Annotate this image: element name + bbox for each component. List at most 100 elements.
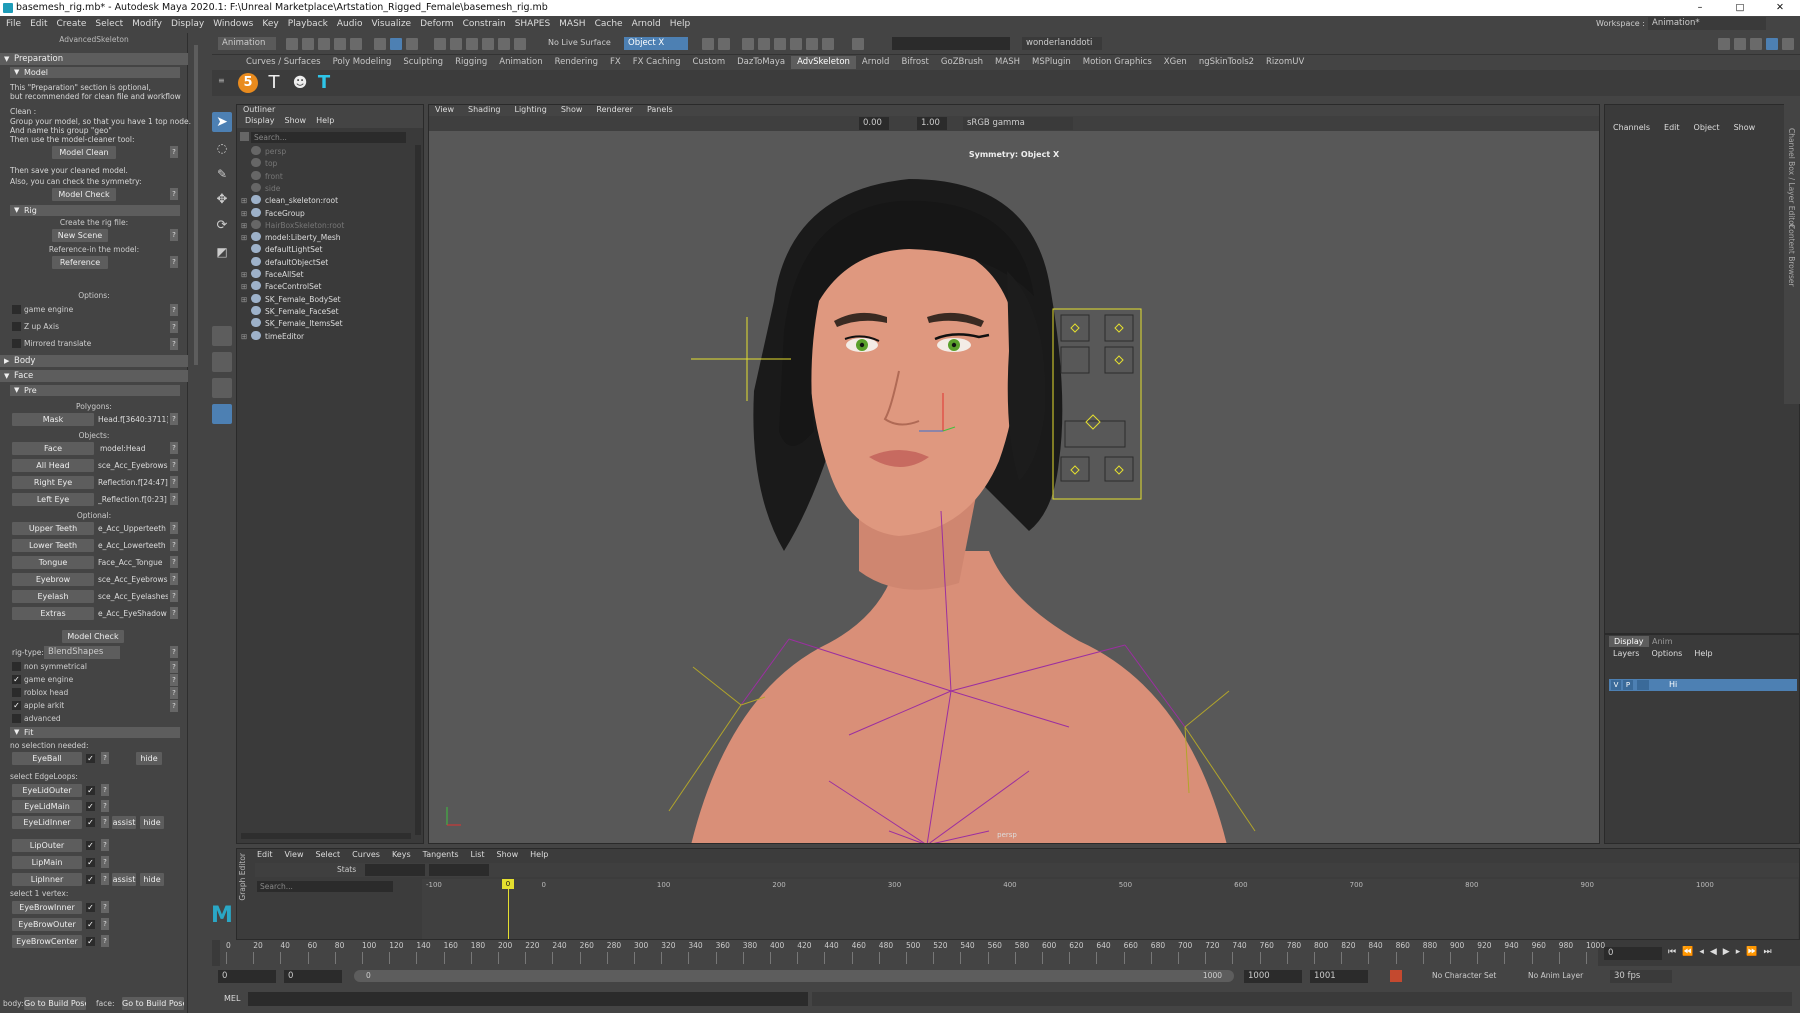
- extras-help-icon[interactable]: ?: [170, 607, 178, 619]
- new-scene-button[interactable]: New Scene: [52, 229, 108, 242]
- mask-help-icon[interactable]: ?: [170, 413, 178, 425]
- step-back-key-icon[interactable]: ⏪: [1682, 947, 1693, 959]
- viewport-menu-lighting[interactable]: Lighting: [514, 105, 546, 116]
- shelf-tab-rizomuv[interactable]: RizomUV: [1260, 56, 1310, 69]
- lip-inner-button[interactable]: LipInner: [12, 873, 82, 886]
- move-tool-icon[interactable]: ✥: [212, 190, 232, 210]
- model-check-help-icon[interactable]: ?: [170, 188, 178, 200]
- live-surface-label[interactable]: No Live Surface: [548, 38, 611, 47]
- advskeleton-cyan-body-icon[interactable]: T: [314, 72, 334, 94]
- open-scene-icon[interactable]: [302, 38, 314, 50]
- outliner-item[interactable]: ⊞ clean_skeleton:root: [241, 195, 338, 207]
- roblox-head-checkbox[interactable]: [12, 688, 21, 697]
- eyebrow-inner-button[interactable]: EyeBrowInner: [12, 901, 82, 914]
- snap-view-icon[interactable]: [482, 38, 494, 50]
- select-object-icon[interactable]: [390, 38, 402, 50]
- eyeball-help-icon[interactable]: ?: [101, 752, 109, 764]
- rig-type-dropdown[interactable]: BlendShapes: [44, 646, 120, 659]
- all-head-help-icon[interactable]: ?: [170, 459, 178, 471]
- shelf-tab-daztomaya[interactable]: DazToMaya: [731, 56, 791, 69]
- lip-hide-button[interactable]: hide: [140, 873, 164, 886]
- playblast-icon[interactable]: [806, 38, 818, 50]
- layer-row-hi[interactable]: V P Hi: [1609, 679, 1797, 691]
- fps-dropdown[interactable]: 30 fps: [1610, 970, 1672, 983]
- right-eye-button[interactable]: Right Eye: [12, 476, 94, 489]
- scale-tool-icon[interactable]: ◩: [212, 242, 232, 262]
- menuset-dropdown[interactable]: Animation: [218, 37, 276, 50]
- shelf-tab-custom[interactable]: Custom: [687, 56, 732, 69]
- eyelid-outer-checkbox[interactable]: ✓: [86, 786, 95, 795]
- shelf-tab-animation[interactable]: Animation: [493, 56, 548, 69]
- mirrored-translate-checkbox[interactable]: [12, 339, 21, 348]
- shelf-tab-gozbrush[interactable]: GoZBrush: [935, 56, 989, 69]
- select-component-icon[interactable]: [406, 38, 418, 50]
- graph-menu-keys[interactable]: Keys: [392, 849, 411, 861]
- eyebrow-center-help-icon[interactable]: ?: [101, 935, 109, 947]
- graph-menu-list[interactable]: List: [471, 849, 485, 861]
- graph-menu-view[interactable]: View: [285, 849, 304, 861]
- select-tool-icon[interactable]: ➤: [212, 112, 232, 132]
- hypershade-icon[interactable]: [774, 38, 786, 50]
- layer-tab-anim[interactable]: Anim: [1647, 636, 1678, 647]
- eyelid-main-help-icon[interactable]: ?: [101, 800, 109, 812]
- game-engine-help-icon[interactable]: ?: [170, 304, 178, 316]
- shelf-tab-arnold[interactable]: Arnold: [856, 56, 896, 69]
- render-icon[interactable]: [702, 38, 714, 50]
- shelf-menu-icon[interactable]: ≡: [218, 76, 225, 90]
- outliner-expand-icon[interactable]: ⊞: [241, 208, 251, 220]
- channel-menu-show[interactable]: Show: [1734, 123, 1756, 135]
- section-preparation[interactable]: ▼ Preparation: [0, 53, 188, 65]
- save-scene-icon[interactable]: [318, 38, 330, 50]
- outliner-menu-display[interactable]: Display: [245, 116, 275, 128]
- layer-menu-help[interactable]: Help: [1694, 649, 1712, 658]
- shelf-tab-bifrost[interactable]: Bifrost: [895, 56, 934, 69]
- game-engine-face-help-icon[interactable]: ?: [170, 674, 178, 686]
- snap-grid-icon[interactable]: [434, 38, 446, 50]
- menu-cache[interactable]: Cache: [595, 19, 623, 29]
- outliner-item[interactable]: ⊞ FaceAllSet: [241, 269, 304, 281]
- menu-file[interactable]: File: [6, 19, 21, 29]
- eyelid-outer-button[interactable]: EyeLidOuter: [12, 784, 82, 797]
- eyebrow-center-checkbox[interactable]: ✓: [86, 937, 95, 946]
- outliner-expand-icon[interactable]: ⊞: [241, 195, 251, 207]
- mask-button[interactable]: Mask: [12, 413, 94, 426]
- lower-teeth-button[interactable]: Lower Teeth: [12, 539, 94, 552]
- layer-menu-options[interactable]: Options: [1651, 649, 1682, 658]
- auto-key-icon[interactable]: [1390, 970, 1402, 982]
- left-eye-button[interactable]: Left Eye: [12, 493, 94, 506]
- toggle-channel-box-icon[interactable]: [1766, 38, 1778, 50]
- menu-edit[interactable]: Edit: [30, 19, 47, 29]
- outliner-item[interactable]: front: [241, 170, 283, 183]
- playback-end-field[interactable]: 1000: [1244, 970, 1302, 983]
- model-clean-button[interactable]: Model Clean: [52, 146, 116, 159]
- character-set-dropdown[interactable]: No Character Set: [1432, 971, 1496, 980]
- advanced-checkbox[interactable]: [12, 714, 21, 723]
- model-clean-help-icon[interactable]: ?: [170, 146, 178, 158]
- eyebrow-center-button[interactable]: EyeBrowCenter: [12, 935, 82, 948]
- menu-modify[interactable]: Modify: [132, 19, 162, 29]
- viewport-scene[interactable]: persp: [429, 131, 1599, 843]
- section-face[interactable]: ▼ Face: [0, 370, 188, 382]
- color-space-dropdown[interactable]: sRGB gamma: [963, 117, 1073, 130]
- arkit-help-icon[interactable]: ?: [170, 700, 178, 712]
- game-engine-face-checkbox[interactable]: ✓: [12, 675, 21, 684]
- step-back-frame-icon[interactable]: ◂: [1699, 947, 1704, 959]
- content-browser-side-tab[interactable]: Content Browser: [1787, 224, 1796, 287]
- lip-outer-button[interactable]: LipOuter: [12, 839, 82, 852]
- layer-name[interactable]: Hi: [1669, 679, 1677, 691]
- outliner-expand-icon[interactable]: ⊞: [241, 269, 251, 281]
- layer-color-swatch[interactable]: [1637, 680, 1649, 690]
- graph-menu-edit[interactable]: Edit: [257, 849, 273, 861]
- undo-icon[interactable]: [334, 38, 346, 50]
- menu-visualize[interactable]: Visualize: [371, 19, 411, 29]
- exposure-field[interactable]: 0.00: [859, 117, 889, 130]
- maximize-button[interactable]: □: [1720, 0, 1760, 16]
- range-slider[interactable]: 0 1000: [354, 970, 1234, 982]
- outliner-scrollbar[interactable]: [415, 145, 421, 835]
- outliner-item[interactable]: defaultObjectSet: [241, 256, 328, 269]
- face-button[interactable]: Face: [12, 442, 94, 455]
- layer-tab-display[interactable]: Display: [1609, 636, 1649, 647]
- toggle-modeling-toolkit-icon[interactable]: [1718, 38, 1730, 50]
- toggle-outliner-icon[interactable]: [1782, 38, 1794, 50]
- section-rig[interactable]: ▼ Rig: [10, 205, 180, 216]
